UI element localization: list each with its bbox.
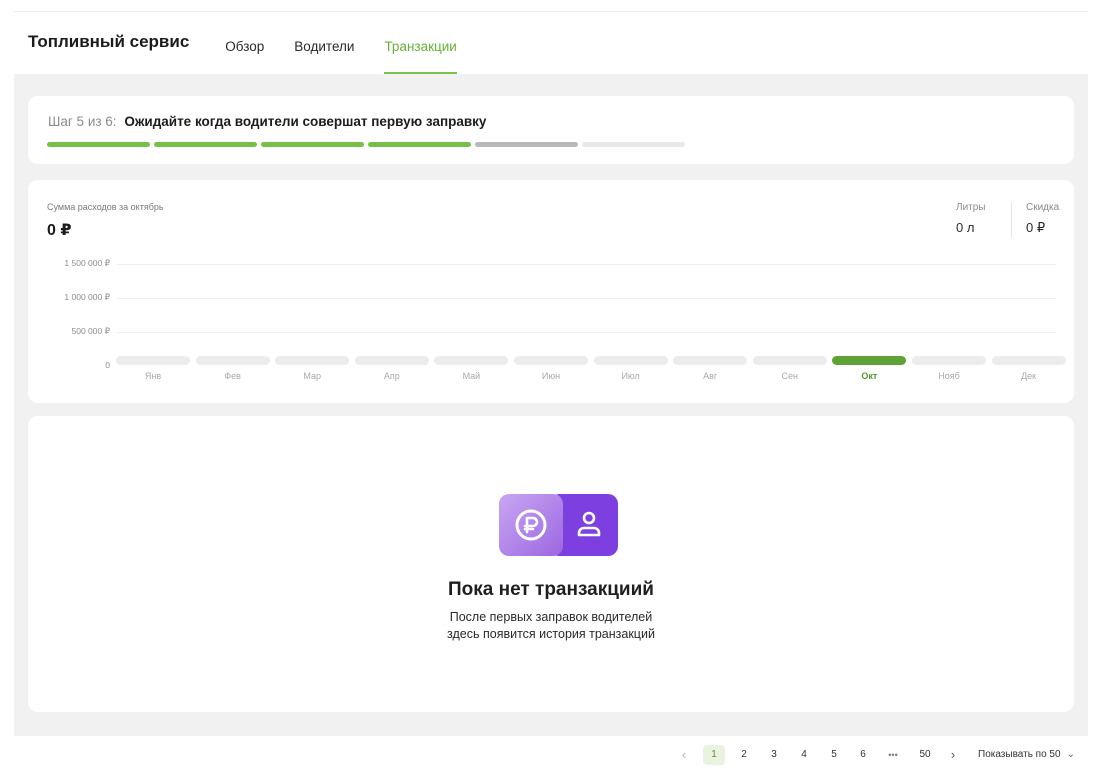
step-progress-segment-3 [261, 142, 364, 147]
prev-page-icon[interactable]: ‹ [677, 745, 691, 765]
month-column[interactable]: Мар [275, 356, 350, 381]
month-column[interactable]: Окт [832, 356, 907, 381]
month-label: Авг [703, 371, 718, 381]
month-column[interactable]: Янв [116, 356, 190, 381]
empty-illustration [499, 494, 618, 556]
month-column[interactable]: Сен [752, 356, 827, 381]
month-bar [912, 356, 986, 365]
app-title: Топливный сервис [28, 32, 190, 51]
month-column[interactable]: Нояб [912, 356, 986, 381]
chevron-down-icon: ⌄ [1066, 749, 1075, 760]
page-1[interactable]: 1 [703, 745, 725, 765]
page-size-select[interactable]: Показывать по 50 ⌄ [978, 745, 1075, 765]
month-label: Июн [541, 371, 561, 381]
stat-divider [1011, 202, 1012, 238]
month-bar [752, 356, 827, 365]
page-header: Топливный сервис Обзор Водители Транзакц… [14, 12, 1088, 74]
step-text: Шаг 5 из 6: Ожидайте когда водители сове… [48, 114, 486, 129]
tab-drivers[interactable]: Водители [294, 39, 354, 74]
discount-stat: Скидка 0 ₽ [1026, 202, 1076, 236]
month-column[interactable]: Авг [673, 356, 748, 381]
month-column[interactable]: Июн [514, 356, 588, 381]
page-3[interactable]: 3 [763, 745, 785, 765]
month-label: Нояб [938, 371, 960, 381]
month-label: Апр [383, 371, 400, 381]
month-label: Окт [861, 371, 878, 381]
step-progress-segment-2 [154, 142, 257, 147]
pagination: ‹ 1 2 3 4 5 6 ••• 50 › Показывать по 50 ⌄ [0, 745, 1102, 765]
month-column[interactable]: Фев [195, 356, 270, 381]
month-bar [832, 356, 907, 365]
page-last[interactable]: 50 [914, 745, 936, 765]
step-progress-segment-6 [582, 142, 685, 147]
step-counter: Шаг 5 из 6: [48, 114, 117, 129]
discount-label: Скидка [1026, 202, 1060, 213]
y-tick-label: 1 000 000 ₽ [64, 292, 110, 302]
month-bar [673, 356, 748, 365]
step-progress-segment-4 [368, 142, 471, 147]
page-6[interactable]: 6 [852, 745, 874, 765]
month-column[interactable]: Июл [593, 356, 668, 381]
empty-desc-line-1: После первых заправок водителей [449, 610, 653, 624]
month-bar [593, 356, 668, 365]
month-column[interactable]: Дек [991, 356, 1066, 381]
step-progress [47, 142, 689, 147]
expenses-chart-card: Сумма расходов за октябрь 0 ₽ Литры 0 л … [28, 180, 1074, 403]
month-label: Июл [621, 371, 640, 381]
tab-overview[interactable]: Обзор [225, 39, 264, 74]
empty-title: Пока нет транзакциий [448, 579, 654, 600]
month-bar [116, 356, 190, 365]
pagination-ellipsis[interactable]: ••• [882, 745, 904, 765]
month-bar [434, 356, 509, 365]
empty-description: После первых заправок водителей здесь по… [28, 609, 1074, 643]
step-progress-segment-5 [475, 142, 578, 147]
step-title: Ожидайте когда водители совершат первую … [124, 114, 487, 129]
month-bar [991, 356, 1066, 365]
month-bar [275, 356, 350, 365]
page-5[interactable]: 5 [823, 745, 845, 765]
main-content: Шаг 5 из 6: Ожидайте когда водители сове… [14, 74, 1088, 736]
discount-value: 0 ₽ [1026, 220, 1046, 235]
month-column[interactable]: Май [434, 356, 509, 381]
sum-value: 0 ₽ [47, 222, 72, 239]
month-bar [514, 356, 588, 365]
month-label: Дек [1021, 371, 1037, 381]
month-column[interactable]: Апр [354, 356, 429, 381]
next-page-icon[interactable]: › [946, 745, 960, 765]
page-size-label: Показывать по 50 [978, 749, 1061, 760]
liters-label: Литры [956, 202, 986, 213]
liters-stat: Литры 0 л [956, 202, 1016, 235]
tab-transactions[interactable]: Транзакции [384, 39, 458, 74]
month-label: Май [462, 371, 481, 381]
onboarding-step-card: Шаг 5 из 6: Ожидайте когда водители сове… [28, 96, 1074, 164]
y-tick-label: 0 [105, 360, 110, 370]
gridline [117, 264, 1056, 265]
page-2[interactable]: 2 [733, 745, 755, 765]
month-label: Мар [303, 371, 321, 381]
step-progress-segment-1 [47, 142, 150, 147]
month-bar [195, 356, 270, 365]
empty-desc-line-2: здесь появится история транзакций [447, 627, 655, 641]
y-tick-label: 500 000 ₽ [71, 326, 111, 336]
gridline [117, 332, 1056, 333]
month-label: Фев [224, 371, 241, 381]
month-label: Сен [781, 371, 799, 381]
sum-label: Сумма расходов за октябрь [47, 202, 164, 212]
transactions-empty-state: Пока нет транзакциий После первых заправ… [28, 416, 1074, 712]
liters-value: 0 л [956, 220, 975, 235]
tab-bar: Обзор Водители Транзакции [225, 12, 487, 74]
gridline [117, 298, 1056, 299]
page-4[interactable]: 4 [793, 745, 815, 765]
y-tick-label: 1 500 000 ₽ [64, 258, 110, 268]
month-bar [354, 356, 429, 365]
month-label: Янв [144, 371, 162, 381]
